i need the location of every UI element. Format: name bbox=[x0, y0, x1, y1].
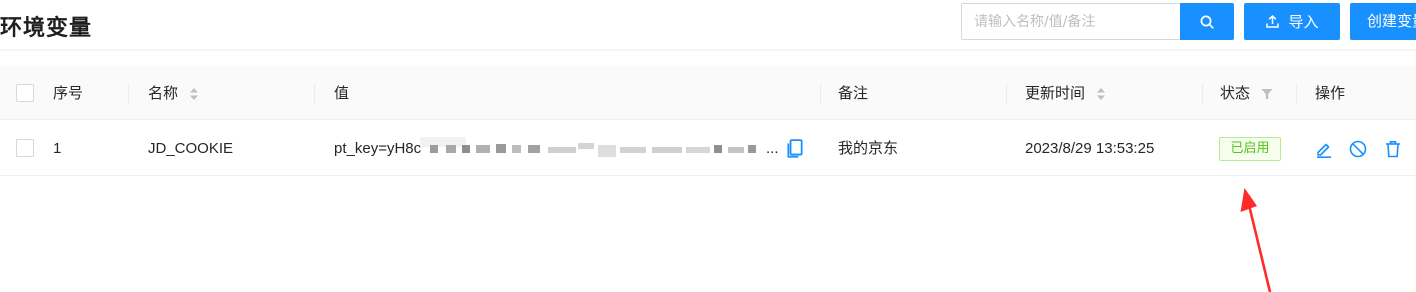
annotation-arrow bbox=[1240, 188, 1272, 292]
